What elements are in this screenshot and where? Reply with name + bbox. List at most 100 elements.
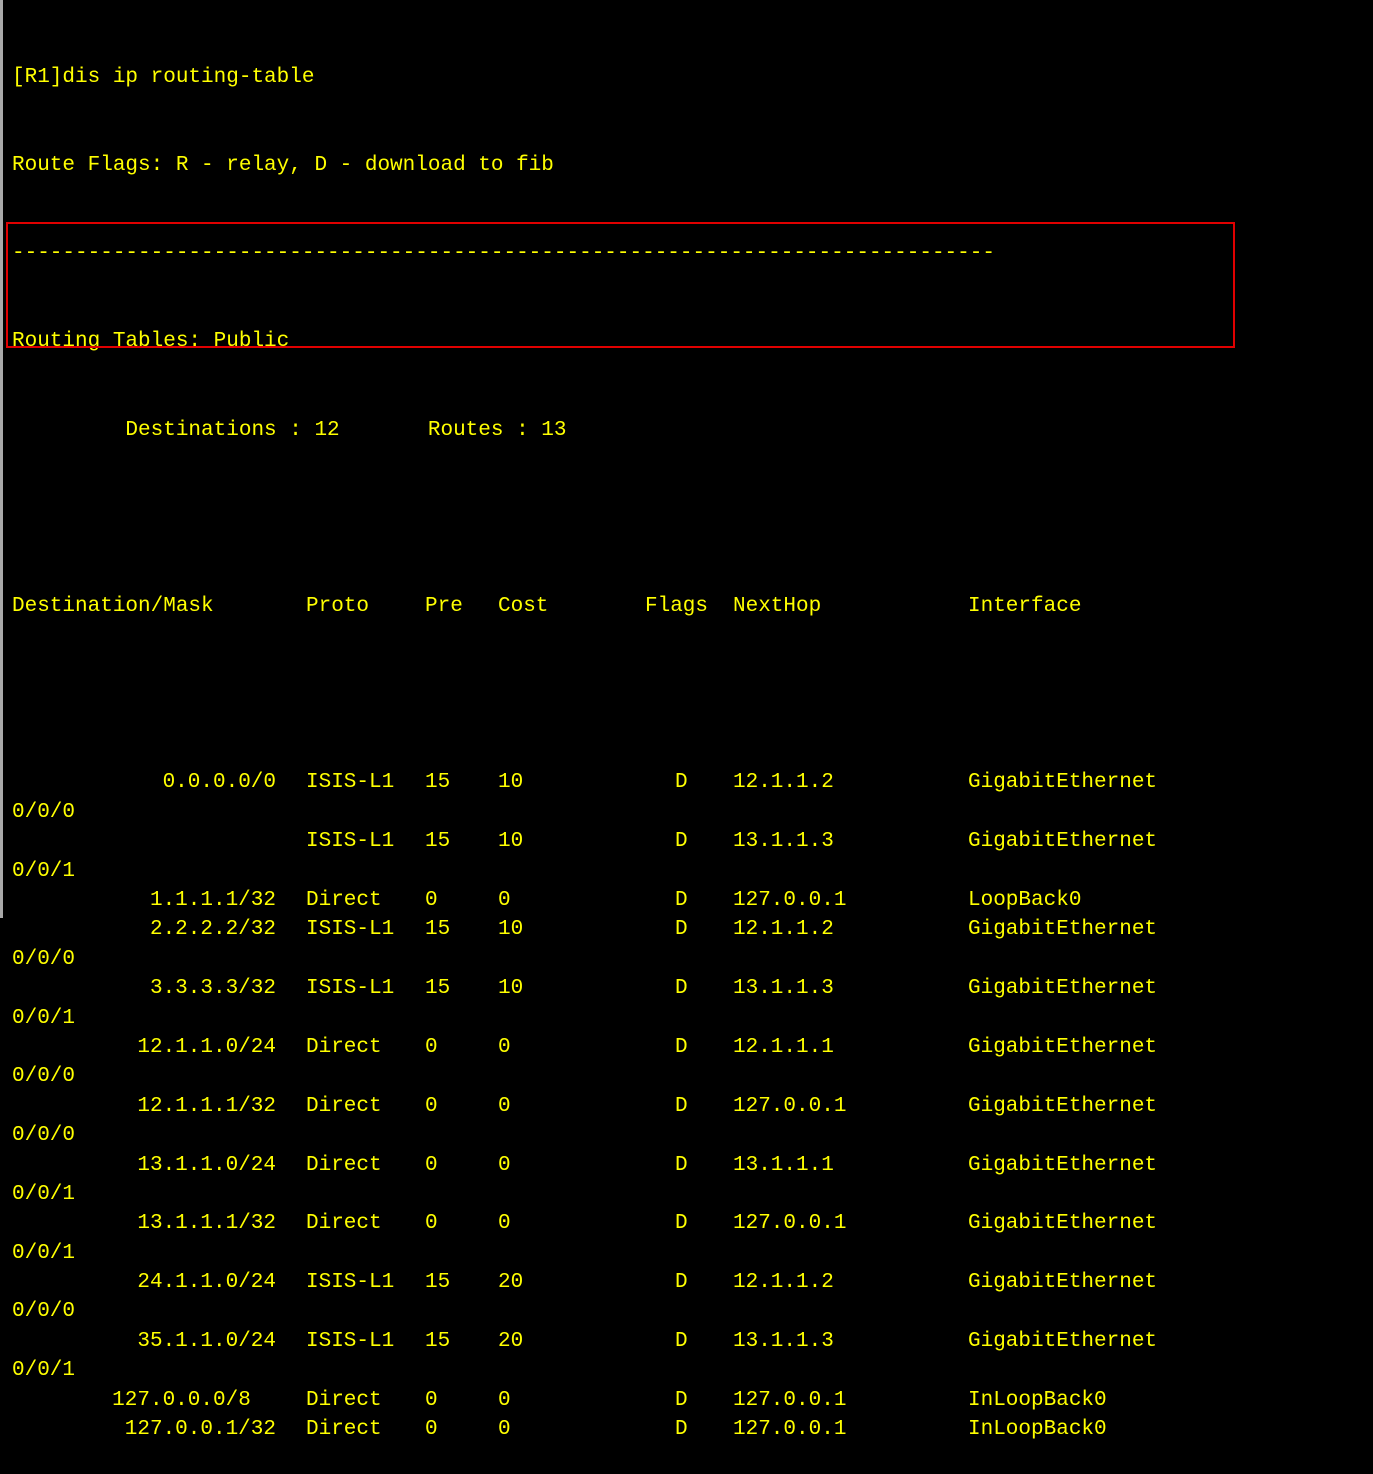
- route-interface: GigabitEthernet: [968, 1094, 1158, 1118]
- route-cost: 20: [498, 1271, 524, 1295]
- route-flags: D: [675, 1153, 688, 1177]
- header-flags: Flags: [645, 595, 709, 619]
- route-interface: GigabitEthernet: [968, 1153, 1158, 1177]
- highlight-box-default-routes: [6, 222, 1235, 348]
- route-interface: GigabitEthernet: [968, 918, 1158, 942]
- route-interface: GigabitEthernet: [968, 1329, 1158, 1353]
- route-flags: D: [675, 1418, 688, 1442]
- route-interface: GigabitEthernet: [968, 771, 1158, 795]
- flags-legend: Route Flags: R - relay, D - download to …: [12, 154, 554, 178]
- route-destination: 0.0.0.0/0: [162, 771, 276, 795]
- route-proto: Direct: [306, 889, 382, 912]
- table-row: ISIS-L1 15 10 D 13.1.1.3 GigabitEthernet: [12, 827, 1373, 856]
- route-interface-continuation: 0/0/1: [12, 1182, 76, 1206]
- route-cost: 0: [498, 1418, 511, 1442]
- route-flags: D: [675, 918, 688, 942]
- route-pre: 15: [425, 1271, 451, 1295]
- route-interface: LoopBack0: [968, 889, 1082, 912]
- route-cost: 0: [498, 1094, 511, 1118]
- route-pre: 15: [425, 830, 451, 854]
- route-pre: 0: [425, 1418, 438, 1442]
- route-interface-continuation: 0/0/0: [12, 947, 76, 971]
- route-destination: 24.1.1.0/24: [137, 1271, 276, 1295]
- route-pre: 0: [425, 1212, 438, 1236]
- route-interface: GigabitEthernet: [968, 1271, 1158, 1295]
- route-cost: 0: [498, 1388, 511, 1412]
- route-proto: ISIS-L1: [306, 1329, 395, 1353]
- route-proto: Direct: [306, 1035, 382, 1059]
- route-destination: 13.1.1.1/32: [137, 1212, 276, 1236]
- route-cost: 0: [498, 1153, 511, 1177]
- table-row: 13.1.1.0/24 Direct 0 0 D 13.1.1.1 GigabitEther…: [12, 1151, 1373, 1180]
- route-flags: D: [675, 1388, 688, 1412]
- route-nexthop: 127.0.0.1: [733, 1212, 847, 1236]
- route-flags: D: [675, 771, 688, 795]
- route-destination: 127.0.0.1/32: [124, 1418, 276, 1442]
- route-flags: D: [675, 1329, 688, 1353]
- table-header-row: Destination/Mask Proto Pre Cost Flags Ne…: [12, 592, 1373, 621]
- route-cost: 20: [498, 1329, 524, 1353]
- route-proto: ISIS-L1: [306, 771, 395, 795]
- header-proto: Proto: [306, 595, 370, 619]
- route-nexthop: 127.0.0.1: [733, 1418, 847, 1442]
- route-cost: 0: [498, 889, 511, 912]
- route-cost: 0: [498, 1212, 511, 1236]
- route-destination: 13.1.1.0/24: [137, 1153, 276, 1177]
- route-pre: 15: [425, 771, 451, 795]
- header-cost: Cost: [498, 595, 549, 619]
- route-destination: 12.1.1.1/32: [137, 1094, 276, 1118]
- route-destination: 127.0.0.0/8: [112, 1388, 276, 1412]
- table-summary: Destinations : 12 Routes : 13: [12, 418, 567, 442]
- command-line: [R1]dis ip routing-table: [12, 65, 315, 89]
- routes-list: 0.0.0.0/0 ISIS-L1 15 10 D 12.1.1.2 GigabitEthe…: [12, 768, 1373, 1444]
- table-row: 3.3.3.3/32 ISIS-L1 15 10 D 13.1.1.3 GigabitEth…: [12, 974, 1373, 1003]
- route-interface: GigabitEthernet: [968, 1035, 1158, 1059]
- route-interface-continuation: 0/0/0: [12, 1065, 76, 1089]
- route-interface-continuation: 0/0/0: [12, 800, 76, 824]
- route-interface-continuation: 0/0/1: [12, 859, 76, 883]
- table-row: 127.0.0.1/32 Direct 0 0 D 127.0.0.1 InLoopBack…: [12, 1415, 1373, 1444]
- route-flags: D: [675, 889, 688, 912]
- table-row: 1.1.1.1/32 Direct 0 0 D 127.0.0.1 LoopBack0: [12, 886, 1373, 915]
- table-row: 12.1.1.1/32 Direct 0 0 D 127.0.0.1 GigabitEthe…: [12, 1092, 1373, 1121]
- route-flags: D: [675, 1212, 688, 1236]
- route-nexthop: 12.1.1.1: [733, 1035, 834, 1059]
- route-pre: 0: [425, 889, 438, 912]
- route-flags: D: [675, 1094, 688, 1118]
- route-pre: 15: [425, 1329, 451, 1353]
- route-cost: 10: [498, 771, 524, 795]
- route-flags: D: [675, 977, 688, 1001]
- route-nexthop: 127.0.0.1: [733, 1094, 847, 1118]
- route-destination: 2.2.2.2/32: [149, 918, 276, 942]
- route-destination: 12.1.1.0/24: [137, 1035, 276, 1059]
- header-pre: Pre: [425, 595, 463, 619]
- route-destination: 3.3.3.3/32: [149, 977, 276, 1001]
- route-proto: ISIS-L1: [306, 977, 395, 1001]
- route-proto: ISIS-L1: [306, 918, 395, 942]
- route-pre: 0: [425, 1388, 438, 1412]
- table-row: 35.1.1.0/24 ISIS-L1 15 20 D 13.1.1.3 GigabitEt…: [12, 1327, 1373, 1356]
- route-nexthop: 127.0.0.1: [733, 889, 847, 912]
- route-nexthop: 13.1.1.3: [733, 830, 834, 854]
- route-flags: D: [675, 1035, 688, 1059]
- route-interface: GigabitEthernet: [968, 830, 1158, 854]
- route-cost: 0: [498, 1035, 511, 1059]
- route-interface: GigabitEthernet: [968, 1212, 1158, 1236]
- route-proto: Direct: [306, 1418, 382, 1442]
- table-row: 13.1.1.1/32 Direct 0 0 D 127.0.0.1 GigabitEthe…: [12, 1209, 1373, 1238]
- table-row: 2.2.2.2/32 ISIS-L1 15 10 D 12.1.1.2 GigabitEth…: [12, 915, 1373, 944]
- header-destination: Destination/Mask: [12, 595, 214, 619]
- route-cost: 10: [498, 918, 524, 942]
- route-pre: 0: [425, 1035, 438, 1059]
- route-proto: Direct: [306, 1388, 382, 1412]
- route-interface-continuation: 0/0/0: [12, 1300, 76, 1324]
- route-proto: Direct: [306, 1153, 382, 1177]
- route-proto: ISIS-L1: [306, 830, 395, 854]
- header-interface: Interface: [968, 595, 1082, 619]
- route-proto: Direct: [306, 1212, 382, 1236]
- route-interface-continuation: 0/0/0: [12, 1124, 76, 1148]
- route-pre: 0: [425, 1094, 438, 1118]
- route-nexthop: 13.1.1.3: [733, 1329, 834, 1353]
- header-nexthop: NextHop: [733, 595, 822, 619]
